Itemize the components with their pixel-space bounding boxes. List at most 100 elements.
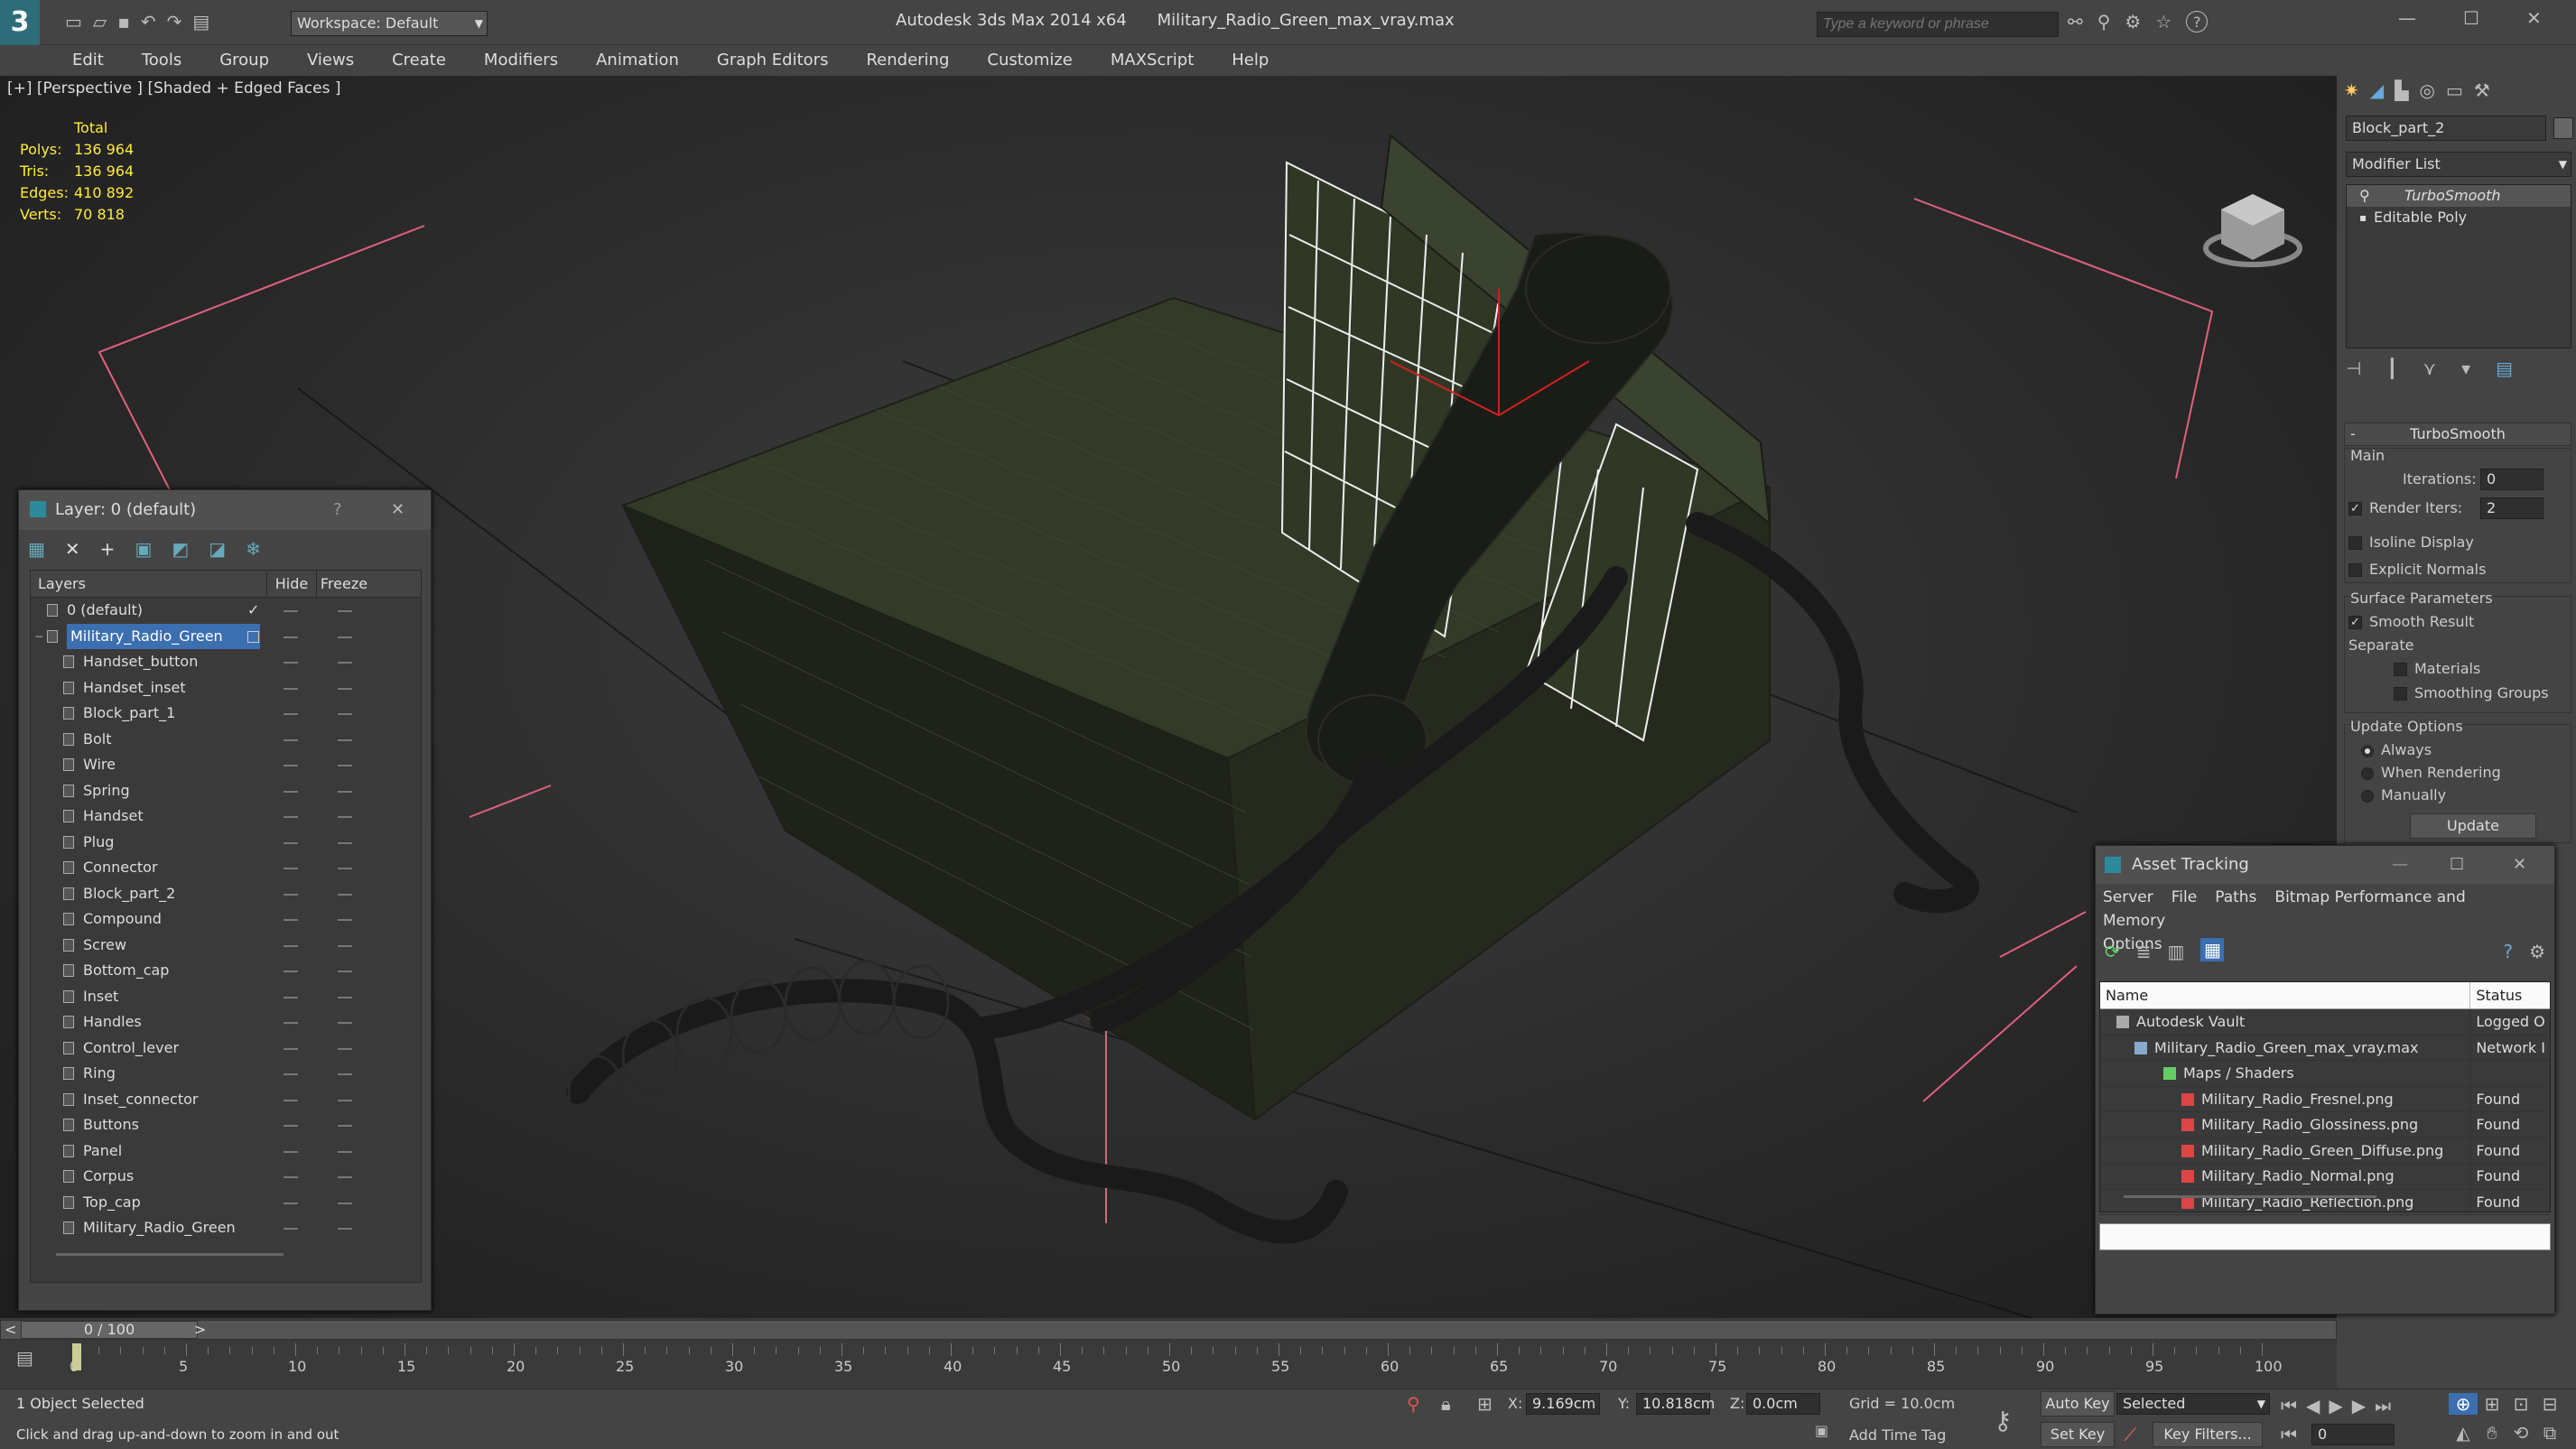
current-frame-marker[interactable]: [72, 1343, 81, 1370]
expand-toggle-icon[interactable]: −: [34, 624, 43, 650]
time-slider[interactable]: < 0 / 100 >: [0, 1320, 2337, 1340]
binoculars-icon[interactable]: ⚯: [2068, 11, 2083, 33]
set-key-mode-icon[interactable]: ⚷: [1994, 1406, 2013, 1435]
time-track[interactable]: ▤ 05101520253035404550556065707580859095…: [0, 1342, 2337, 1389]
layer-row[interactable]: Inset: [31, 984, 421, 1010]
highlight-layer-icon[interactable]: ◩: [172, 537, 189, 561]
table-view-icon[interactable]: ▦: [2200, 938, 2225, 961]
remove-modifier-icon[interactable]: ▾: [2461, 358, 2470, 379]
materials-row[interactable]: Materials: [2394, 660, 2480, 677]
minimize-icon[interactable]: —: [2392, 846, 2408, 884]
hide-toggle[interactable]: [284, 610, 298, 612]
layer-row[interactable]: Handset: [31, 803, 421, 830]
play-icon[interactable]: ▶: [2329, 1395, 2342, 1416]
freeze-toggle[interactable]: [338, 841, 352, 844]
current-frame-field[interactable]: 0: [2311, 1424, 2395, 1445]
menu-item-create[interactable]: Create: [392, 45, 446, 76]
layer-row[interactable]: Corpus: [31, 1164, 421, 1190]
asset-row[interactable]: Military_Radio_Glossiness.png Found: [2100, 1112, 2550, 1138]
smoothing-groups-checkbox[interactable]: [2394, 687, 2407, 701]
time-slider-thumb[interactable]: 0 / 100: [21, 1321, 198, 1339]
subscription-icon[interactable]: ⚙: [2125, 11, 2141, 33]
active-layer-check-icon[interactable]: ✓: [247, 598, 259, 624]
asset-row[interactable]: Military_Radio_Normal.png Found: [2100, 1164, 2550, 1190]
object-color-swatch[interactable]: [2553, 117, 2573, 139]
when-rendering-radio[interactable]: [2361, 766, 2374, 780]
layer-row[interactable]: Ring: [31, 1061, 421, 1087]
freeze-toggle[interactable]: [338, 893, 352, 896]
asset-menu-bitmap-performance-and-memory[interactable]: Bitmap Performance and Memory: [2103, 888, 2466, 930]
always-row[interactable]: Always: [2361, 741, 2432, 758]
select-objects-icon[interactable]: ▣: [135, 537, 152, 561]
options-icon[interactable]: ⚙: [2529, 938, 2545, 965]
menu-item-modifiers[interactable]: Modifiers: [484, 45, 558, 76]
hide-toggle[interactable]: [284, 790, 298, 793]
menu-item-edit[interactable]: Edit: [72, 45, 104, 76]
layer-row[interactable]: Bottom_cap: [31, 958, 421, 984]
x-coordinate-field[interactable]: 9.169cm: [1526, 1393, 1600, 1415]
utilities-tab-icon[interactable]: ⚒: [2474, 76, 2490, 105]
hide-toggle[interactable]: [284, 1202, 298, 1204]
when-rendering-row[interactable]: When Rendering: [2361, 764, 2501, 781]
freeze-toggle[interactable]: [338, 610, 352, 612]
next-frame-icon[interactable]: ▶: [2352, 1395, 2366, 1416]
hide-toggle[interactable]: [284, 738, 298, 741]
render-iters-spinner[interactable]: 2: [2480, 497, 2543, 519]
isoline-row[interactable]: Isoline Display: [2348, 534, 2474, 551]
maximize-viewport-icon[interactable]: ⧉: [2535, 1422, 2564, 1444]
col-status[interactable]: Status: [2470, 982, 2550, 1008]
freeze-toggle[interactable]: [338, 996, 352, 999]
asset-row[interactable]: Military_Radio_Green_max_vray.max Network…: [2100, 1035, 2550, 1061]
menu-item-graph-editors[interactable]: Graph Editors: [717, 45, 829, 76]
menu-item-animation[interactable]: Animation: [596, 45, 679, 76]
zoom-icon[interactable]: ⊕: [2449, 1393, 2478, 1415]
hide-toggle[interactable]: [284, 893, 298, 896]
asset-menu-server[interactable]: Server: [2103, 888, 2153, 906]
layer-list-scrollbar[interactable]: [56, 1253, 284, 1256]
y-coordinate-field[interactable]: 10.818cm: [1636, 1393, 1715, 1415]
col-layers[interactable]: Layers: [31, 571, 267, 597]
menu-item-customize[interactable]: Customize: [987, 45, 1072, 76]
materials-checkbox[interactable]: [2394, 663, 2407, 676]
communication-icon[interactable]: ⚲: [2097, 11, 2111, 33]
freeze-toggle[interactable]: [338, 1150, 352, 1153]
key-selection-dropdown[interactable]: Selected ▼: [2116, 1393, 2270, 1415]
freeze-toggle[interactable]: [338, 1125, 352, 1127]
z-coordinate-field[interactable]: 0.0cm: [1746, 1393, 1820, 1415]
layer-row[interactable]: Control_lever: [31, 1036, 421, 1062]
hide-toggle[interactable]: [284, 816, 298, 818]
configure-modifier-sets-icon[interactable]: ▤: [2496, 358, 2513, 379]
modifier-list-dropdown[interactable]: Modifier List ▼: [2346, 152, 2571, 177]
auto-key-button[interactable]: Auto Key: [2041, 1391, 2115, 1416]
hierarchy-tab-icon[interactable]: ▙: [2395, 76, 2408, 105]
hide-all-icon[interactable]: ◪: [209, 537, 226, 561]
hide-toggle[interactable]: [284, 841, 298, 844]
layer-row[interactable]: Buttons: [31, 1112, 421, 1138]
next-frame-button[interactable]: >: [194, 1321, 206, 1339]
menu-item-views[interactable]: Views: [307, 45, 354, 76]
app-logo[interactable]: 3: [0, 0, 40, 45]
hide-toggle[interactable]: [284, 868, 298, 869]
show-end-result-icon[interactable]: ┃: [2386, 358, 2397, 379]
freeze-toggle[interactable]: [338, 738, 352, 741]
prev-frame-button[interactable]: <: [5, 1321, 16, 1339]
freeze-toggle[interactable]: [338, 944, 352, 947]
field-of-view-icon[interactable]: ◭: [2449, 1422, 2478, 1444]
isoline-checkbox[interactable]: [2348, 536, 2362, 550]
freeze-toggle[interactable]: [338, 919, 352, 921]
modifier-stack-item-turbosmooth[interactable]: ⚲ TurboSmooth: [2347, 185, 2571, 207]
add-time-tag-icon[interactable]: ▣: [1815, 1422, 1828, 1439]
hide-toggle[interactable]: [284, 1073, 298, 1075]
layer-row[interactable]: Handles: [31, 1009, 421, 1036]
zoom-extents-all-icon[interactable]: ⊟: [2535, 1393, 2564, 1415]
explicit-normals-checkbox[interactable]: [2348, 563, 2362, 577]
hide-toggle[interactable]: [284, 1176, 298, 1178]
refresh-icon[interactable]: ⟳: [2105, 938, 2120, 965]
zoom-all-icon[interactable]: ⊞: [2478, 1393, 2506, 1415]
maximize-window-icon[interactable]: ☐: [2463, 7, 2479, 29]
menu-item-tools[interactable]: Tools: [142, 45, 181, 76]
go-to-start-icon[interactable]: ⏮: [2281, 1395, 2297, 1416]
open-folder-icon[interactable]: ▱: [93, 11, 107, 33]
create-tab-icon[interactable]: ✷: [2344, 76, 2359, 105]
asset-panel-titlebar[interactable]: Asset Tracking — ☐ ✕: [2096, 846, 2554, 884]
